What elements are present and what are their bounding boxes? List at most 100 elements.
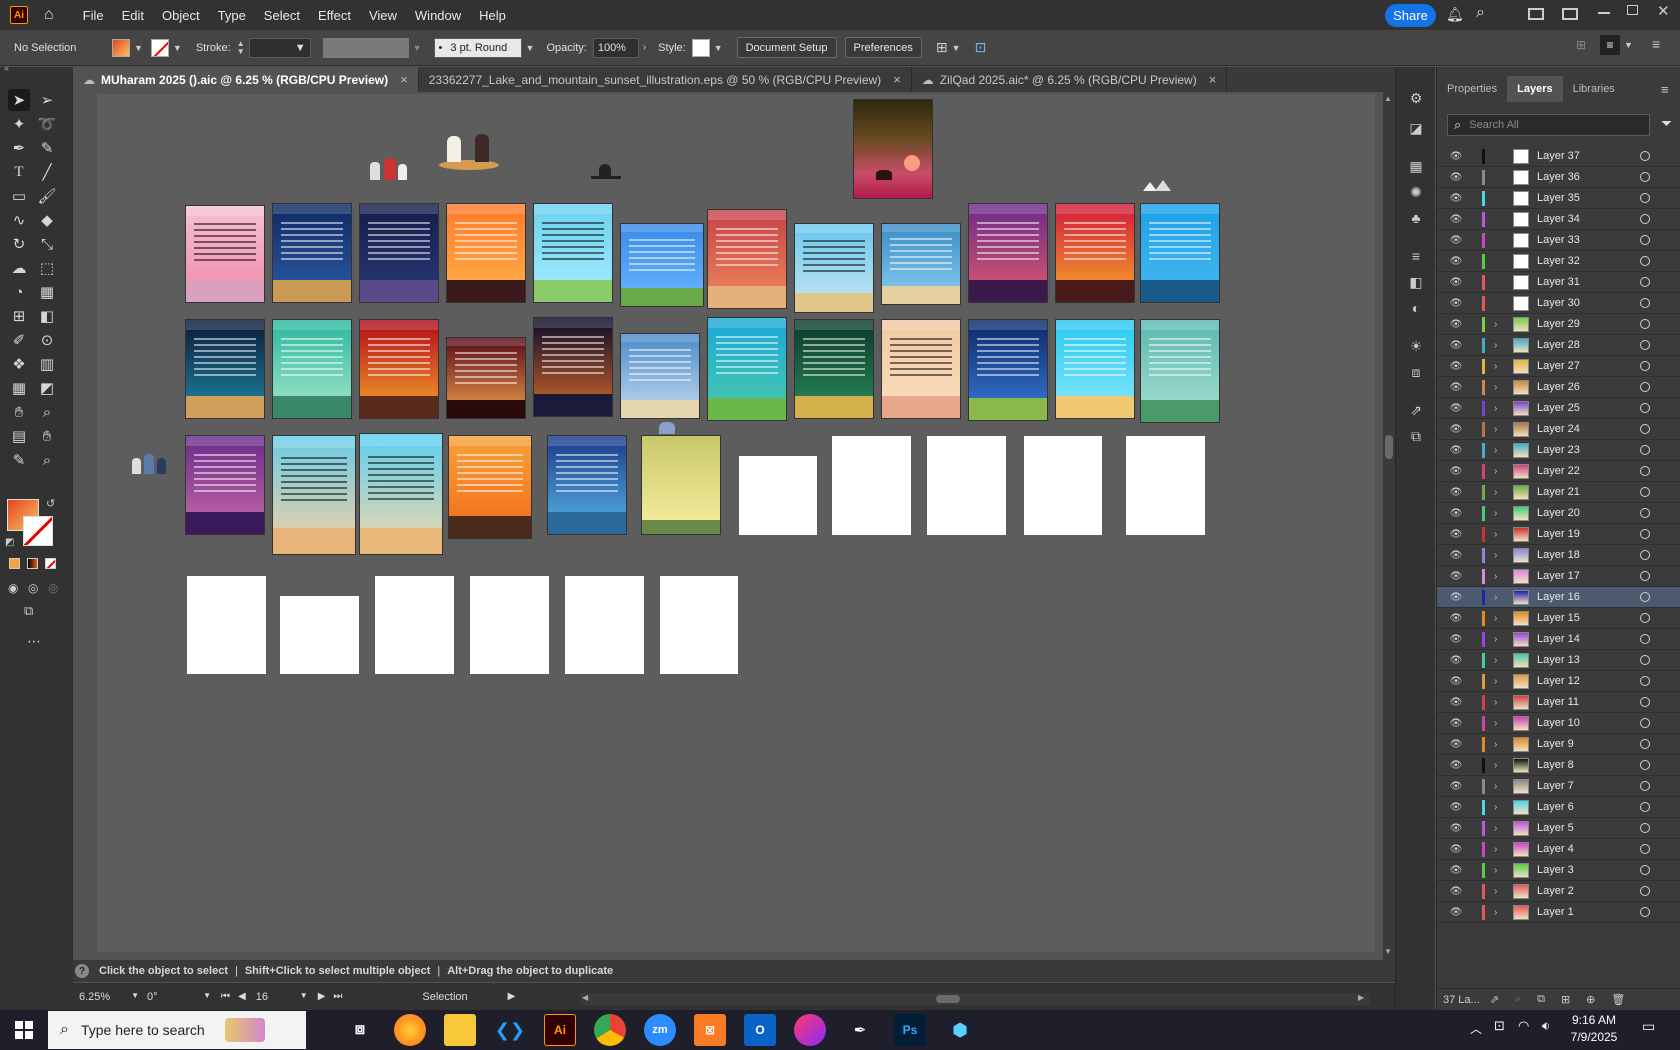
color-mode-icon[interactable] — [9, 558, 20, 569]
bell-icon[interactable]: 🔔︎ — [1446, 6, 1464, 23]
layer-target-circle[interactable] — [1640, 697, 1650, 707]
stroke-swatch[interactable] — [150, 38, 169, 57]
artboard-tool-icon[interactable]: ▦ — [8, 377, 30, 399]
expand-chevron-icon[interactable]: › — [1494, 674, 1504, 689]
artboard-poster[interactable] — [707, 209, 787, 309]
visibility-eye-icon[interactable]: 👁︎ — [1449, 633, 1463, 645]
layer-name[interactable]: Layer 25 — [1537, 402, 1580, 414]
visibility-eye-icon[interactable]: 👁︎ — [1449, 801, 1463, 813]
artboard-empty[interactable] — [660, 576, 738, 674]
expand-chevron-icon[interactable]: › — [1494, 422, 1504, 437]
expand-chevron-icon[interactable]: › — [1494, 548, 1504, 563]
artboard-poster[interactable] — [272, 435, 356, 555]
collapse-toolbar-icon[interactable]: « — [4, 63, 9, 73]
visibility-eye-icon[interactable]: 👁︎ — [1449, 318, 1463, 330]
expand-chevron-icon[interactable]: › — [1494, 863, 1504, 878]
layer-row[interactable]: 👁︎ › Layer 5 — [1437, 818, 1680, 839]
symbol-sprayer-tool-icon[interactable]: ❖ — [8, 353, 30, 375]
expand-chevron-icon[interactable]: › — [1494, 632, 1504, 647]
draw-behind-icon[interactable]: ◎ — [28, 581, 38, 595]
stroke-weight-field[interactable]: ▼ — [248, 37, 311, 58]
visibility-eye-icon[interactable]: 👁︎ — [1449, 213, 1463, 225]
artboard-empty[interactable] — [470, 576, 549, 674]
firefox-icon[interactable] — [394, 1014, 426, 1046]
export-icon[interactable]: ⇗ — [1490, 993, 1499, 1006]
menu-view[interactable]: View — [360, 8, 406, 23]
artboard-empty[interactable] — [187, 576, 266, 674]
properties-panel-icon[interactable]: ⚙ — [1405, 87, 1427, 109]
layer-row[interactable]: 👁︎ › Layer 1 — [1437, 902, 1680, 923]
edit-toolbar-icon[interactable]: ✋︎ — [36, 425, 58, 447]
layer-row[interactable]: 👁︎ › Layer 14 — [1437, 629, 1680, 650]
tab-close-icon[interactable]: × — [400, 72, 408, 87]
chevron-down-icon[interactable]: ▼ — [952, 43, 961, 53]
artboard-empty[interactable] — [375, 576, 454, 674]
type-tool-icon[interactable]: T — [8, 161, 30, 183]
previous-artboard-icon[interactable]: ◀ — [238, 991, 246, 1002]
layer-name[interactable]: Layer 21 — [1537, 486, 1580, 498]
layer-target-circle[interactable] — [1640, 403, 1650, 413]
notifications-icon[interactable]: ▭ — [1642, 1018, 1655, 1035]
layer-row[interactable]: 👁︎ Layer 35 — [1437, 188, 1680, 209]
layer-name[interactable]: Layer 12 — [1537, 675, 1580, 687]
layer-target-circle[interactable] — [1640, 361, 1650, 371]
layer-target-circle[interactable] — [1640, 214, 1650, 224]
visibility-eye-icon[interactable]: 👁︎ — [1449, 444, 1463, 456]
visibility-eye-icon[interactable]: 👁︎ — [1449, 360, 1463, 372]
layer-row[interactable]: 👁︎ Layer 37 — [1437, 146, 1680, 167]
illustrator-taskbar-icon[interactable]: Ai — [544, 1014, 576, 1046]
layer-name[interactable]: Layer 18 — [1537, 549, 1580, 561]
layer-target-circle[interactable] — [1640, 466, 1650, 476]
photoshop-icon[interactable]: Ps — [894, 1014, 926, 1046]
direct-selection-tool-icon[interactable]: ➢ — [36, 89, 58, 111]
visibility-eye-icon[interactable]: 👁︎ — [1449, 843, 1463, 855]
scroll-down-icon[interactable]: ▼ — [1384, 947, 1392, 956]
menu-select[interactable]: Select — [255, 8, 309, 23]
transparency-panel-icon[interactable]: ◐ — [1405, 297, 1427, 319]
tab-properties[interactable]: Properties — [1437, 76, 1507, 102]
rectangle-tool-icon[interactable]: ▭ — [8, 185, 30, 207]
mesh-tool-icon[interactable]: ⊞ — [8, 305, 30, 327]
layer-row[interactable]: 👁︎ › Layer 18 — [1437, 545, 1680, 566]
layer-name[interactable]: Layer 17 — [1537, 570, 1580, 582]
export-panel-icon[interactable]: ⇗ — [1405, 399, 1427, 421]
visibility-eye-icon[interactable]: 👁︎ — [1449, 885, 1463, 897]
artboard-poster[interactable] — [547, 435, 627, 535]
layer-target-circle[interactable] — [1640, 739, 1650, 749]
layer-name[interactable]: Layer 31 — [1537, 276, 1580, 288]
screen-mode-icon[interactable]: ⧉ — [24, 603, 33, 619]
share-button[interactable]: Share — [1385, 4, 1436, 27]
wifi-icon[interactable]: ◠ — [1518, 1018, 1529, 1034]
zoom-alt-tool-icon[interactable]: ⌕ — [36, 449, 58, 471]
tab-lake-sunset[interactable]: 23362277_Lake_and_mountain_sunset_illust… — [419, 67, 912, 92]
expand-chevron-icon[interactable]: › — [1494, 779, 1504, 794]
tab-close-icon[interactable]: × — [893, 72, 901, 87]
layer-target-circle[interactable] — [1640, 256, 1650, 266]
layer-name[interactable]: Layer 24 — [1537, 423, 1580, 435]
artboard-poster[interactable] — [1055, 319, 1135, 419]
layer-target-circle[interactable] — [1640, 382, 1650, 392]
layer-name[interactable]: Layer 7 — [1537, 780, 1574, 792]
draw-normal-icon[interactable]: ◉ — [8, 581, 18, 595]
layer-target-circle[interactable] — [1640, 508, 1650, 518]
stroke-panel-icon[interactable]: ≡ — [1405, 245, 1427, 267]
artboard-poster[interactable] — [359, 433, 443, 555]
visibility-eye-icon[interactable]: 👁︎ — [1449, 276, 1463, 288]
layer-name[interactable]: Layer 14 — [1537, 633, 1580, 645]
panel-options-icon[interactable]: ≡ — [1600, 35, 1620, 55]
expand-chevron-icon[interactable]: › — [1494, 653, 1504, 668]
new-layer-icon[interactable]: ⊕ — [1586, 993, 1595, 1006]
artboard-poster[interactable] — [185, 319, 265, 419]
clipart-people-group[interactable] — [366, 154, 410, 182]
expand-chevron-icon[interactable]: › — [1494, 905, 1504, 920]
visibility-eye-icon[interactable]: 👁︎ — [1449, 549, 1463, 561]
scroll-left-icon[interactable]: ◀ — [582, 993, 588, 1002]
minimize-icon[interactable] — [1598, 12, 1610, 14]
layer-name[interactable]: Layer 30 — [1537, 297, 1580, 309]
volume-icon[interactable]: 🔉︎ — [1542, 1018, 1550, 1034]
layer-row[interactable]: 👁︎ Layer 32 — [1437, 251, 1680, 272]
visibility-eye-icon[interactable]: 👁︎ — [1449, 675, 1463, 687]
visibility-eye-icon[interactable]: 👁︎ — [1449, 507, 1463, 519]
layer-target-circle[interactable] — [1640, 865, 1650, 875]
layer-row[interactable]: 👁︎ Layer 30 — [1437, 293, 1680, 314]
